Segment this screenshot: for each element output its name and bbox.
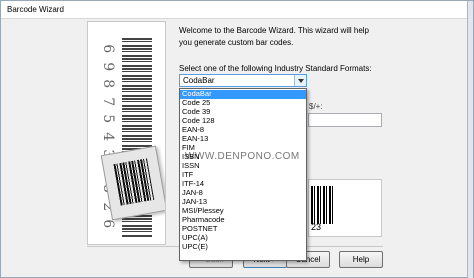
dropdown-option[interactable]: UPC(E) xyxy=(180,242,306,252)
dropdown-option[interactable]: ISSN xyxy=(180,161,306,171)
barcode-digit: 5 xyxy=(99,114,116,124)
barcode-digit: 8 xyxy=(99,79,116,89)
watermark: WWW.DENPONO.COM xyxy=(185,151,300,162)
window-title: Barcode Wizard xyxy=(7,5,64,14)
format-select-value: CodaBar xyxy=(183,76,215,85)
barcode-label-icon xyxy=(100,145,165,221)
title-bar[interactable]: Barcode Wizard xyxy=(1,1,473,19)
barcode-wizard-dialog: Barcode Wizard 6 9 8 7 5 4 3 6 5 2 6 Wel… xyxy=(0,0,474,278)
barcode-digit: 6 xyxy=(99,44,116,54)
wizard-side-image: 6 9 8 7 5 4 3 6 5 2 6 xyxy=(87,21,166,245)
barcode-digit: 4 xyxy=(99,131,116,141)
format-dropdown-list[interactable]: CodaBar Code 25 Code 39 Code 128 EAN-8 EAN-13… xyxy=(179,88,307,261)
format-select[interactable]: CodaBar xyxy=(179,74,307,87)
dropdown-option[interactable]: EAN-13 xyxy=(180,134,306,144)
barcode-digit: 7 xyxy=(99,96,116,106)
format-select-label: Select one of the following Industry Sta… xyxy=(179,64,372,73)
intro-text: Welcome to the Barcode Wizard. This wiza… xyxy=(179,26,369,47)
barcode-data-input[interactable] xyxy=(308,113,382,127)
barcode-digit: 6 xyxy=(99,219,116,229)
preview-barcode-icon xyxy=(311,186,335,224)
barcode-digit: 9 xyxy=(99,61,116,71)
window-frame-edge xyxy=(467,1,473,278)
barcode-preview: 23 xyxy=(308,179,382,237)
chevron-down-icon[interactable] xyxy=(294,75,306,86)
separator-hint: $/+: xyxy=(309,102,323,111)
preview-digits: 23 xyxy=(311,222,322,232)
barcode-icon xyxy=(113,158,155,206)
help-button[interactable]: Help xyxy=(339,251,383,268)
